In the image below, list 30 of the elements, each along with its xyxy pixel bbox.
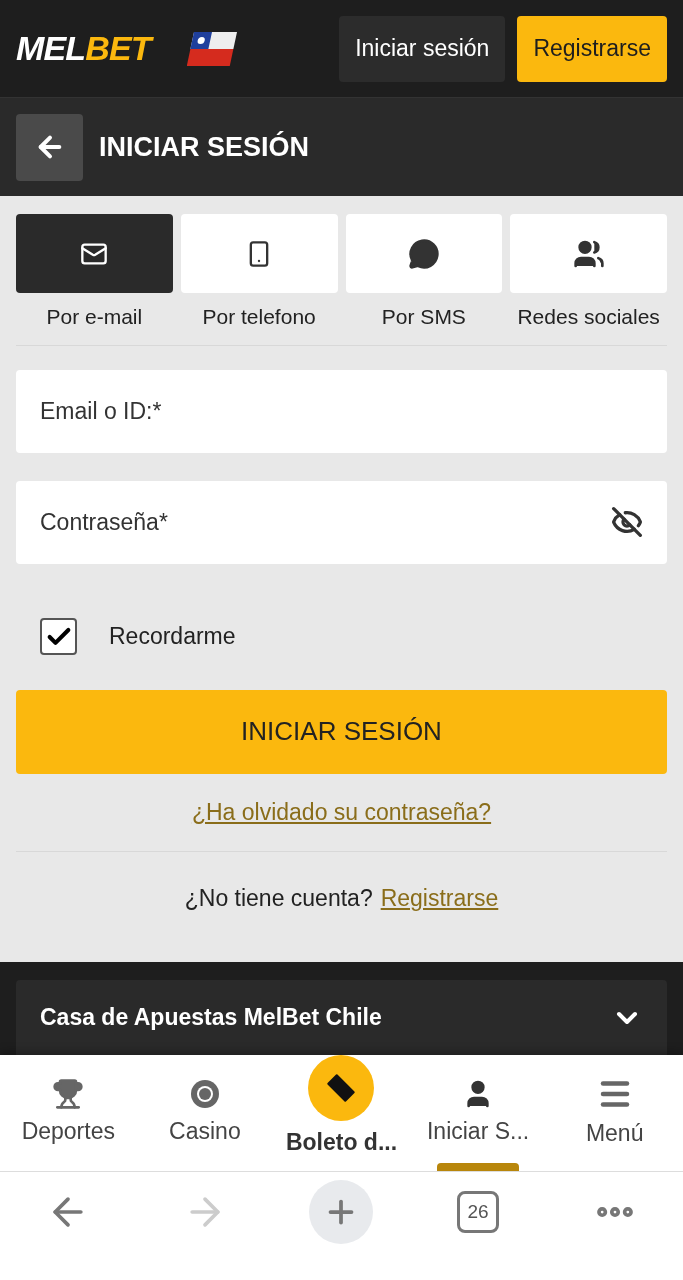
tab-label: Por telefono [202,304,316,330]
chat-bubble-icon [407,237,440,270]
register-link[interactable]: Registrarse [380,881,499,916]
tab-count-button[interactable]: 26 [457,1191,500,1233]
page-title: INICIAR SESIÓN [99,130,310,164]
hidden-eye-icon[interactable] [611,505,643,538]
login-method-tab[interactable] [510,214,667,293]
signup-prompt: ¿No tiene cuenta? [184,884,373,914]
nav-item[interactable]: Boleto d... [273,1055,410,1171]
trophy-icon [52,1077,85,1110]
password-field[interactable]: Contraseña* [16,480,667,564]
nav-item[interactable]: Deportes [0,1055,137,1171]
tab-label: Por SMS [381,304,466,330]
casino-chip-icon [188,1077,221,1110]
nav-item[interactable]: Iniciar S... [409,1055,547,1171]
forgot-password-link[interactable]: ¿Ha olvidado su contraseña? [191,794,492,830]
back-button[interactable] [16,113,83,181]
register-button[interactable]: Registrarse [517,15,667,82]
login-method-tab[interactable] [345,214,503,293]
remember-checkbox[interactable] [40,618,77,655]
info-accordion[interactable]: Casa de Apuestas MelBet Chile [16,980,667,1055]
email-field[interactable]: Email o ID:* [16,369,667,453]
remember-label: Recordarme [109,622,236,652]
login-submit-button[interactable]: INICIAR SESIÓN [16,689,667,774]
login-button[interactable]: Iniciar sesión [339,15,506,82]
flag-icon[interactable] [186,31,237,66]
nav-item[interactable]: Menú [546,1055,683,1171]
tab-label: Redes sociales [517,304,660,330]
tab-label: Por e-mail [46,304,143,330]
nav-item[interactable]: Casino [136,1055,274,1171]
